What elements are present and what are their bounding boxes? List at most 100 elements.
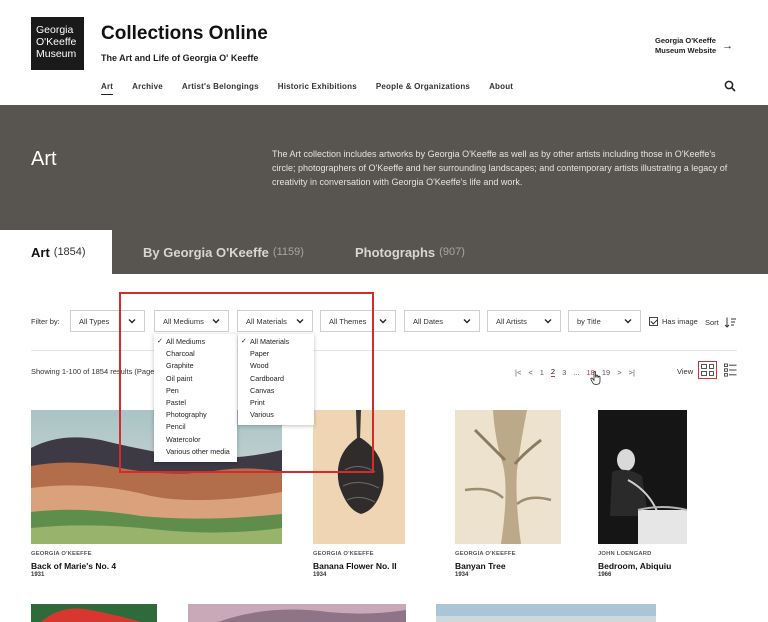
hand-cursor-icon: [590, 371, 601, 385]
nav-historic-exhibitions[interactable]: Historic Exhibitions: [278, 82, 357, 95]
last-page-icon[interactable]: >|: [629, 368, 635, 377]
nav-artists-belongings[interactable]: Artist's Belongings: [182, 82, 259, 95]
menu-item-charcoal[interactable]: Charcoal: [154, 348, 237, 360]
artwork-image-banana-flower-no-ii[interactable]: [313, 410, 405, 544]
filter-label: Filter by:: [31, 317, 60, 326]
pagination: |< < 1 2 3 ... 18 19 > >|: [515, 367, 635, 377]
materials-select[interactable]: All Materials: [237, 310, 313, 332]
select-value: All Types: [79, 316, 110, 326]
menu-item-graphite[interactable]: Graphite: [154, 360, 237, 372]
arrow-right-icon: →: [722, 40, 734, 52]
mediums-dropdown-menu: All Mediums Charcoal Graphite Oil paint …: [154, 334, 237, 462]
tab-count: (1159): [272, 246, 304, 258]
museum-logo[interactable]: Georgia O'Keeffe Museum: [31, 17, 84, 70]
card-title[interactable]: Banyan Tree: [455, 561, 506, 571]
card-artist: GEORGIA O'KEEFFE: [455, 551, 516, 557]
tab-photographs[interactable]: Photographs (907): [355, 230, 465, 274]
select-value: All Mediums: [163, 316, 204, 326]
tab-label: Art: [31, 244, 50, 260]
menu-item-pen[interactable]: Pen: [154, 385, 237, 397]
menu-item-various-other-media[interactable]: Various other media: [154, 446, 237, 458]
hero-title: Art: [31, 148, 57, 170]
menu-item-all-materials[interactable]: All Materials: [238, 336, 314, 348]
prev-page-icon[interactable]: <: [528, 368, 532, 377]
tab-count: (1854): [53, 246, 86, 258]
menu-item-canvas[interactable]: Canvas: [238, 385, 314, 397]
tab-label: Photographs: [355, 244, 436, 260]
first-page-icon[interactable]: |<: [515, 368, 521, 377]
page-link[interactable]: 1: [540, 368, 544, 377]
menu-item-photography[interactable]: Photography: [154, 409, 237, 421]
tab-by-georgia-okeeffe[interactable]: By Georgia O'Keeffe (1159): [143, 230, 304, 274]
select-value: All Dates: [413, 316, 444, 326]
card-title[interactable]: Bedroom, Abiquiu: [598, 561, 671, 571]
nav-people-organizations[interactable]: People & Organizations: [376, 82, 470, 95]
logo-line: O'Keeffe: [36, 36, 77, 48]
menu-item-various[interactable]: Various: [238, 409, 314, 421]
card-artist: JOHN LOENGARD: [598, 551, 652, 557]
tab-label: By Georgia O'Keeffe: [143, 244, 269, 260]
tab-art[interactable]: Art (1854): [0, 230, 112, 274]
menu-item-cardboard[interactable]: Cardboard: [238, 373, 314, 385]
nav-about[interactable]: About: [489, 82, 513, 95]
menu-item-pastel[interactable]: Pastel: [154, 397, 237, 409]
artwork-thumbnail[interactable]: [31, 604, 157, 622]
hero-banner: Art The Art collection includes artworks…: [0, 105, 768, 230]
page-link-current[interactable]: 2: [550, 367, 556, 377]
menu-item-paper[interactable]: Paper: [238, 348, 314, 360]
select-value: All Themes: [329, 316, 367, 326]
checkbox-checked-icon[interactable]: [649, 317, 658, 326]
logo-line: Georgia: [36, 24, 74, 36]
hero-description: The Art collection includes artworks by …: [272, 149, 728, 187]
page-ellipsis: ...: [573, 367, 580, 377]
logo-line: Museum: [36, 48, 77, 60]
artwork-thumbnail[interactable]: [436, 604, 656, 622]
card-title[interactable]: Banana Flower No. II: [313, 561, 397, 571]
card-year: 1931: [31, 572, 45, 578]
sort-control[interactable]: Sort: [705, 317, 737, 328]
menu-item-oil-paint[interactable]: Oil paint: [154, 373, 237, 385]
card-year: 1934: [313, 572, 327, 578]
page-link[interactable]: 3: [562, 368, 566, 377]
chevron-down-icon: [128, 319, 136, 324]
nav-art[interactable]: Art: [101, 82, 114, 95]
grid-view-icon[interactable]: [698, 361, 717, 379]
sort-by-select[interactable]: by Title: [568, 310, 641, 332]
mediums-select[interactable]: All Mediums: [154, 310, 229, 332]
dates-select[interactable]: All Dates: [404, 310, 480, 332]
search-icon[interactable]: [724, 80, 736, 92]
has-image-label: Has image: [662, 317, 698, 326]
chevron-down-icon: [296, 319, 304, 324]
main-nav: Art Archive Artist's Belongings Historic…: [101, 82, 532, 95]
view-label: View: [677, 367, 694, 376]
chevron-down-icon: [379, 319, 387, 324]
chevron-down-icon: [544, 319, 552, 324]
artwork-thumbnail[interactable]: [188, 604, 406, 622]
card-title[interactable]: Back of Marie's No. 4: [31, 561, 116, 571]
card-year: 1934: [455, 572, 469, 578]
nav-archive[interactable]: Archive: [132, 82, 163, 95]
has-image-checkbox[interactable]: Has image: [649, 317, 698, 326]
tab-count: (907): [439, 246, 465, 258]
types-select[interactable]: All Types: [70, 310, 145, 332]
menu-item-watercolor[interactable]: Watercolor: [154, 434, 237, 446]
list-view-icon[interactable]: [724, 363, 737, 377]
menu-item-print[interactable]: Print: [238, 397, 314, 409]
menu-item-all-mediums[interactable]: All Mediums: [154, 336, 237, 348]
sort-order-icon[interactable]: [724, 317, 737, 328]
card-year: 1966: [598, 572, 612, 578]
next-page-icon[interactable]: >: [617, 368, 621, 377]
menu-item-pencil[interactable]: Pencil: [154, 421, 237, 433]
museum-website-link[interactable]: Georgia O'Keeffe Museum Website →: [655, 36, 733, 56]
chevron-down-icon: [212, 319, 220, 324]
page-link[interactable]: 19: [602, 368, 610, 377]
artwork-image-bedroom-abiquiu[interactable]: [598, 410, 687, 544]
site-title[interactable]: Collections Online: [101, 23, 268, 45]
select-value: by Title: [577, 316, 601, 326]
artwork-image-banyan-tree[interactable]: [455, 410, 561, 544]
artists-select[interactable]: All Artists: [487, 310, 561, 332]
select-value: All Materials: [246, 316, 287, 326]
materials-dropdown-menu: All Materials Paper Wood Cardboard Canva…: [238, 334, 314, 426]
menu-item-wood[interactable]: Wood: [238, 360, 314, 372]
themes-select[interactable]: All Themes: [320, 310, 396, 332]
